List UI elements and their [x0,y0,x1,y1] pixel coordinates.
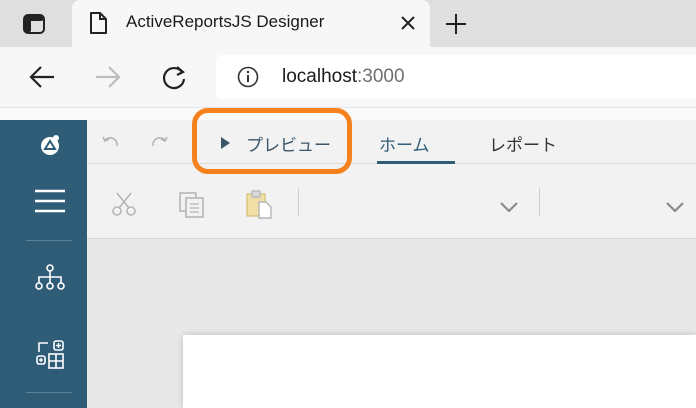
components-icon[interactable] [36,340,66,374]
toolbar-divider [539,188,540,216]
close-icon[interactable] [398,13,418,37]
undo-icon[interactable] [101,133,119,152]
url-text: localhost:3000 [282,66,405,88]
address-bar: localhost:3000 [0,47,696,107]
designer-toolbar [87,164,696,239]
info-icon[interactable] [237,66,259,92]
tab-report[interactable]: レポート [489,131,557,156]
tab-actions-icon[interactable] [22,12,46,36]
designer-menubar: プレビュー ホーム レポート [87,120,696,164]
sidebar-divider [26,240,72,241]
toolbar-divider [298,188,299,216]
url-port: :3000 [357,66,405,87]
sidebar-divider [26,392,72,393]
design-surface[interactable] [87,239,696,408]
back-icon[interactable] [28,64,56,94]
preview-highlight-outline [192,108,352,174]
cut-icon[interactable] [111,191,137,221]
browser-tab-strip: ActiveReportsJS Designer [0,0,696,47]
hamburger-icon[interactable] [34,188,66,218]
tab-home[interactable]: ホーム [379,131,430,156]
chevron-down-icon[interactable] [665,198,685,217]
url-field[interactable]: localhost:3000 [216,55,696,99]
report-page[interactable] [183,335,696,408]
page-icon [88,11,108,39]
refresh-icon[interactable] [160,64,188,96]
designer-sidebar [0,120,87,408]
plus-icon[interactable] [444,12,468,40]
tab-title: ActiveReportsJS Designer [126,12,325,31]
chevron-down-icon[interactable] [499,198,519,217]
redo-icon[interactable] [151,133,169,152]
paste-icon[interactable] [245,190,273,224]
url-host: localhost [282,66,357,87]
browser-tab[interactable]: ActiveReportsJS Designer [72,0,430,47]
tree-icon[interactable] [35,264,65,296]
forward-icon[interactable] [94,64,122,94]
logo-icon[interactable] [38,132,64,162]
copy-icon[interactable] [178,191,206,223]
